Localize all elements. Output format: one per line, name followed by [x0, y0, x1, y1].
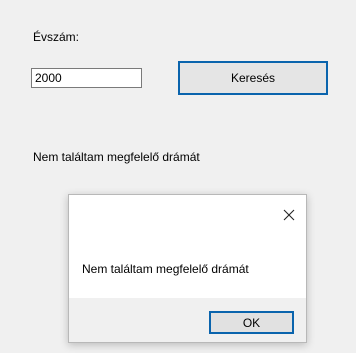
close-icon	[283, 209, 295, 221]
dialog-message-text: Nem találtam megfelelő drámát	[82, 262, 249, 276]
result-message-label: Nem találtam megfelelő drámát	[33, 150, 200, 164]
year-label: Évszám:	[33, 30, 80, 44]
message-box-dialog: Nem találtam megfelelő drámát OK	[68, 194, 307, 343]
year-input[interactable]	[31, 68, 142, 88]
ok-button[interactable]: OK	[209, 311, 294, 334]
search-button[interactable]: Keresés	[178, 61, 328, 95]
dialog-close-button[interactable]	[278, 204, 300, 226]
